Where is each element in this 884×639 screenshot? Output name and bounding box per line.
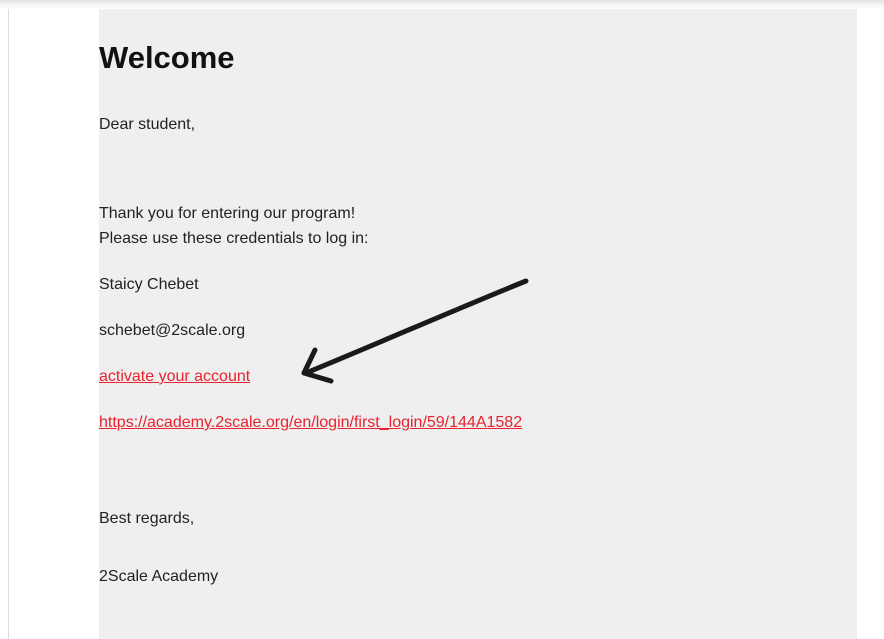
email-heading: Welcome [99, 40, 235, 75]
credential-email: schebet@2scale.org [99, 322, 246, 339]
signature-text: 2Scale Academy [99, 568, 219, 585]
activate-account-link[interactable]: activate your account [99, 368, 250, 386]
instruction-text: Please use these credentials to log in: [99, 230, 369, 247]
email-body: Welcome Dear student, Thank you for ente… [99, 9, 857, 639]
credential-name: Staicy Chebet [99, 276, 199, 293]
toolbar-shadow [0, 0, 884, 9]
email-viewport: Welcome Dear student, Thank you for ente… [0, 0, 884, 639]
closing-text: Best regards, [99, 510, 195, 527]
thanks-text: Thank you for entering our program! [99, 205, 356, 222]
pane-divider [8, 9, 9, 639]
login-url-link[interactable]: https://academy.2scale.org/en/login/firs… [99, 414, 522, 432]
greeting-text: Dear student, [99, 116, 196, 133]
